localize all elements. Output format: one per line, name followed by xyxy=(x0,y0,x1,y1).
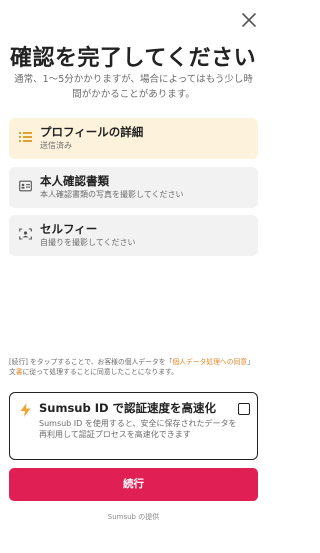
consent-link-tail[interactable]: 書 xyxy=(16,368,23,376)
continue-button[interactable]: 続行 xyxy=(9,468,258,501)
close-icon xyxy=(242,13,256,27)
step-id-document[interactable]: 本人確認書類 本人確認書類の写真を撮影してください xyxy=(9,167,258,208)
consent-suffix: に従って処理することに同意したことになります。 xyxy=(22,368,178,376)
sumsub-id-title: Sumsub ID で認証速度を高速化 xyxy=(39,401,217,415)
id-card-icon xyxy=(19,180,32,192)
step-title: 本人確認書類 xyxy=(40,174,109,188)
step-description: 自撮りを撮影してください xyxy=(40,238,136,247)
page-subtitle: 通常、1～5分かかりますが、場合によってはもう少し時間がかかることがあります。 xyxy=(14,74,253,100)
list-icon xyxy=(19,132,32,142)
step-description: 本人確認書類の写真を撮影してください xyxy=(40,190,184,199)
powered-by-footer: Sumsub の提供 xyxy=(107,513,160,521)
step-selfie[interactable]: セルフィー 自撮りを撮影してください xyxy=(9,215,258,256)
step-profile-details[interactable]: プロフィールの詳細 送信済み xyxy=(9,118,258,159)
step-description: 送信済み xyxy=(40,141,72,150)
close-button[interactable] xyxy=(240,11,258,29)
consent-prefix: [続行] をタップすることで、お客様の個人データを「 xyxy=(9,358,173,366)
sumsub-id-description: Sumsub ID を使用すると、安全に保存されたデータを再利用して認証プロセス… xyxy=(39,419,237,439)
step-title: プロフィールの詳細 xyxy=(40,125,144,139)
page-title: 確認を完了してください xyxy=(10,46,257,71)
sumsub-id-checkbox[interactable] xyxy=(238,403,250,415)
consent-text: [続行] をタップすることで、お客様の個人データを「個人データ処理への同意」文書… xyxy=(9,357,259,377)
consent-link[interactable]: 個人データ処理への同意 xyxy=(172,358,247,366)
lightning-bolt-icon xyxy=(20,403,31,417)
face-scan-icon xyxy=(19,228,32,240)
sumsub-id-option[interactable]: Sumsub ID で認証速度を高速化 Sumsub ID を使用すると、安全に… xyxy=(9,392,258,460)
step-title: セルフィー xyxy=(40,222,98,236)
